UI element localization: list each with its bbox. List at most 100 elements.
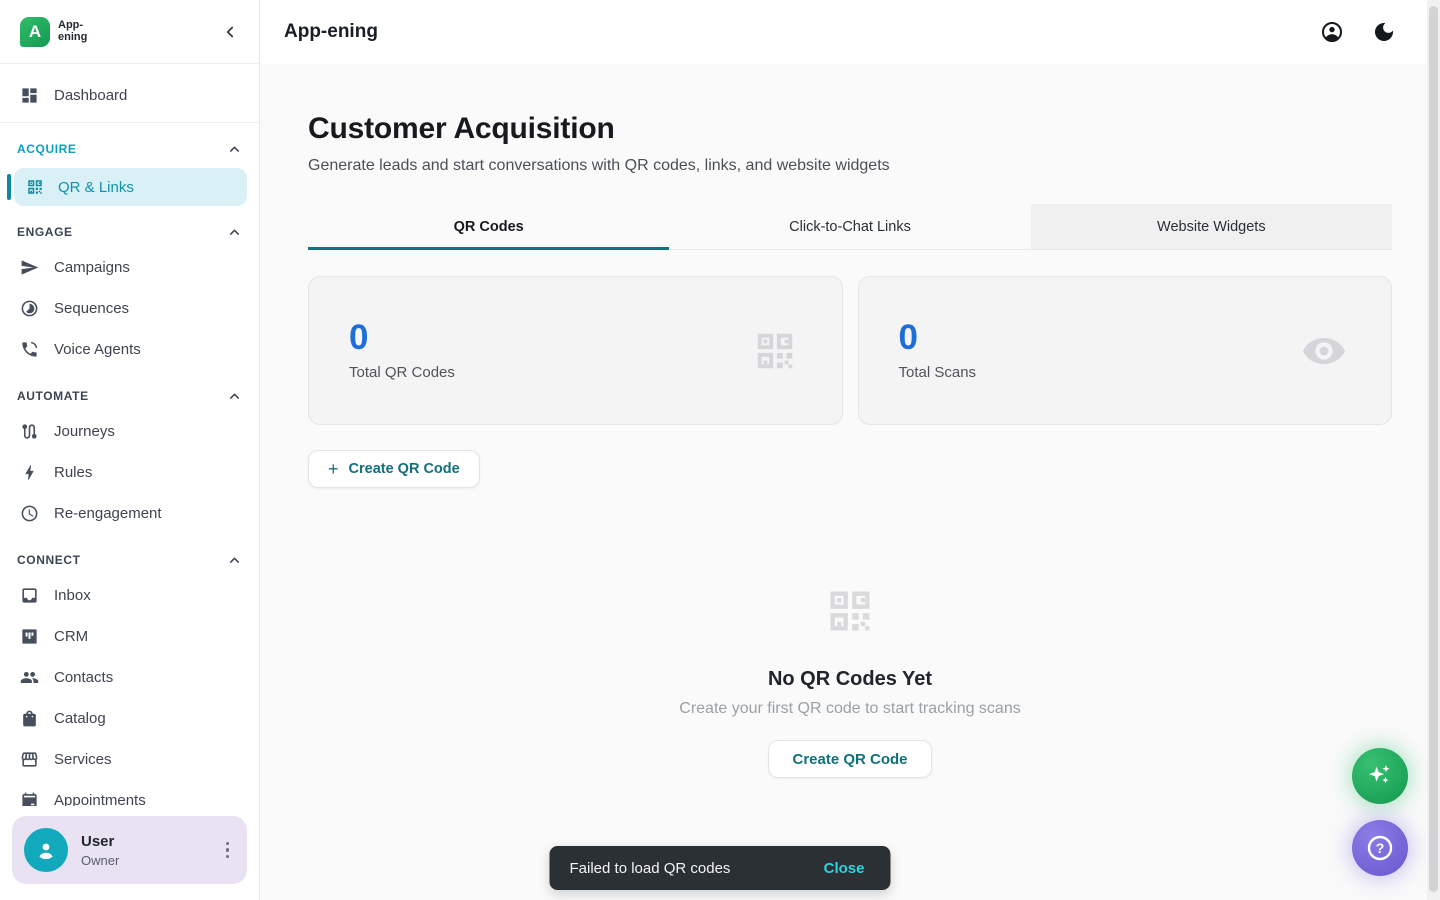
sidebar-item-qr-links[interactable]: QR & Links <box>14 168 247 206</box>
stat-card-total-qr-codes: 0 Total QR Codes <box>308 276 843 425</box>
sidebar-item-label: Sequences <box>54 300 129 317</box>
sidebar-item-label: Voice Agents <box>54 341 141 358</box>
page-subtitle: Generate leads and start conversations w… <box>308 157 1392 175</box>
person-icon <box>34 838 58 862</box>
tab-click-to-chat-links[interactable]: Click-to-Chat Links <box>669 204 1030 249</box>
main-column: App-ening Customer Acquisition Generate … <box>260 0 1440 900</box>
eye-icon <box>1301 328 1347 374</box>
account-circle-icon <box>1320 20 1344 44</box>
empty-state: No QR Codes Yet Create your first QR cod… <box>308 585 1392 778</box>
account-button[interactable] <box>1320 20 1344 44</box>
user-menu-button[interactable] <box>220 836 236 865</box>
sidebar-collapse-button[interactable] <box>217 19 243 45</box>
section-label: ACQUIRE <box>17 142 77 156</box>
section-label: CONNECT <box>17 553 81 567</box>
scrollbar <box>1427 0 1440 900</box>
stat-value: 0 <box>899 320 977 355</box>
stats-row: 0 Total QR Codes 0 Total Scans <box>308 276 1392 425</box>
chevron-up-icon <box>227 553 242 568</box>
qr-code-icon <box>26 178 44 196</box>
chevron-up-icon <box>227 389 242 404</box>
app-logo-text: App- ening <box>58 20 87 43</box>
sidebar-item-label: CRM <box>54 628 88 645</box>
sidebar-user-area: User Owner <box>0 806 259 900</box>
toast-close-button[interactable]: Close <box>818 859 871 878</box>
empty-create-qr-code-button[interactable]: Create QR Code <box>768 740 931 778</box>
qr-code-empty-icon <box>824 585 876 637</box>
bolt-icon <box>20 463 39 482</box>
sidebar-item-re-engagement[interactable]: CONNECT Re-engagement <box>0 493 259 534</box>
sidebar-section-engage[interactable]: ENGAGE <box>0 217 259 247</box>
clock-icon <box>20 504 39 523</box>
section-label: ENGAGE <box>17 225 73 239</box>
sidebar-item-label: Journeys <box>54 423 115 440</box>
timelapse-icon <box>20 299 39 318</box>
plus-icon: + <box>328 460 339 478</box>
tab-qr-codes[interactable]: QR Codes <box>308 204 669 249</box>
sidebar-item-label: Inbox <box>54 587 91 604</box>
logo-letter: A <box>29 22 41 42</box>
sidebar-section-acquire[interactable]: ACQUIRE <box>0 134 259 164</box>
sidebar-item-sequences[interactable]: Sequences <box>0 288 259 329</box>
app-logo[interactable]: A App- ening <box>20 17 87 47</box>
sidebar-item-services[interactable]: Services <box>0 739 259 780</box>
user-card[interactable]: User Owner <box>12 816 247 884</box>
user-name: User <box>81 833 119 850</box>
sidebar-nav: Dashboard ACQUIRE QR & Links ENGAGE Camp… <box>0 64 259 806</box>
sidebar-item-catalog[interactable]: Catalog <box>0 698 259 739</box>
inbox-icon <box>20 586 39 605</box>
top-header: App-ening <box>260 0 1440 64</box>
sidebar-item-appointments[interactable]: Appointments <box>0 780 259 806</box>
sidebar-item-label: Dashboard <box>54 87 127 104</box>
sidebar-header: A App- ening <box>0 0 259 64</box>
ai-assistant-button[interactable] <box>1352 748 1408 804</box>
stat-value: 0 <box>349 320 455 355</box>
sidebar-item-label: Contacts <box>54 669 113 686</box>
section-label: AUTOMATE <box>17 389 89 403</box>
qr-code-icon <box>752 328 798 374</box>
sidebar-item-inbox[interactable]: Inbox <box>0 575 259 616</box>
chevron-left-icon <box>221 23 239 41</box>
app-window: A App- ening Dashboard ACQUIRE <box>0 0 1440 900</box>
sidebar-item-label: Campaigns <box>54 259 130 276</box>
stat-card-total-scans: 0 Total Scans <box>858 276 1393 425</box>
chevron-up-icon <box>227 225 242 240</box>
sidebar-item-voice-agents[interactable]: Voice Agents <box>0 329 259 370</box>
user-avatar <box>24 828 68 872</box>
active-indicator-bar <box>7 174 11 200</box>
sidebar-item-rules[interactable]: Rules <box>0 452 259 493</box>
sidebar-item-campaigns[interactable]: Campaigns <box>0 247 259 288</box>
tab-website-widgets[interactable]: Website Widgets <box>1031 204 1392 249</box>
kanban-icon <box>20 627 39 646</box>
scrollbar-thumb[interactable] <box>1429 6 1438 892</box>
sidebar-item-dashboard[interactable]: Dashboard <box>0 72 259 118</box>
question-mark-icon: ? <box>1364 832 1396 864</box>
people-icon <box>20 668 39 687</box>
sidebar-item-label: QR & Links <box>58 179 134 196</box>
calendar-icon <box>20 791 39 806</box>
phone-call-icon <box>20 340 39 359</box>
kebab-icon <box>226 842 230 846</box>
sidebar-item-contacts[interactable]: Contacts <box>0 657 259 698</box>
empty-state-title: No QR Codes Yet <box>768 668 932 691</box>
svg-text:?: ? <box>1376 840 1385 856</box>
sidebar-item-label: Rules <box>54 464 92 481</box>
sidebar-item-crm[interactable]: CRM <box>0 616 259 657</box>
sidebar-section-automate[interactable]: AUTOMATE <box>0 381 259 411</box>
chevron-up-icon <box>227 142 242 157</box>
sidebar-section-connect[interactable]: CONNECT <box>0 545 259 575</box>
help-button[interactable]: ? <box>1352 820 1408 876</box>
send-icon <box>20 258 39 277</box>
sidebar-divider <box>0 122 259 123</box>
user-role: Owner <box>81 853 119 868</box>
toast: Failed to load QR codes Close <box>550 846 891 890</box>
app-logo-icon: A <box>20 17 50 47</box>
dark-mode-toggle[interactable] <box>1372 20 1396 44</box>
header-title: App-ening <box>284 21 378 43</box>
toast-message: Failed to load QR codes <box>570 860 731 877</box>
stat-label: Total QR Codes <box>349 364 455 381</box>
create-qr-code-button[interactable]: + Create QR Code <box>308 450 480 488</box>
main-content: Customer Acquisition Generate leads and … <box>260 64 1440 900</box>
sparkles-icon <box>1365 761 1395 791</box>
sidebar-item-journeys[interactable]: Journeys <box>0 411 259 452</box>
